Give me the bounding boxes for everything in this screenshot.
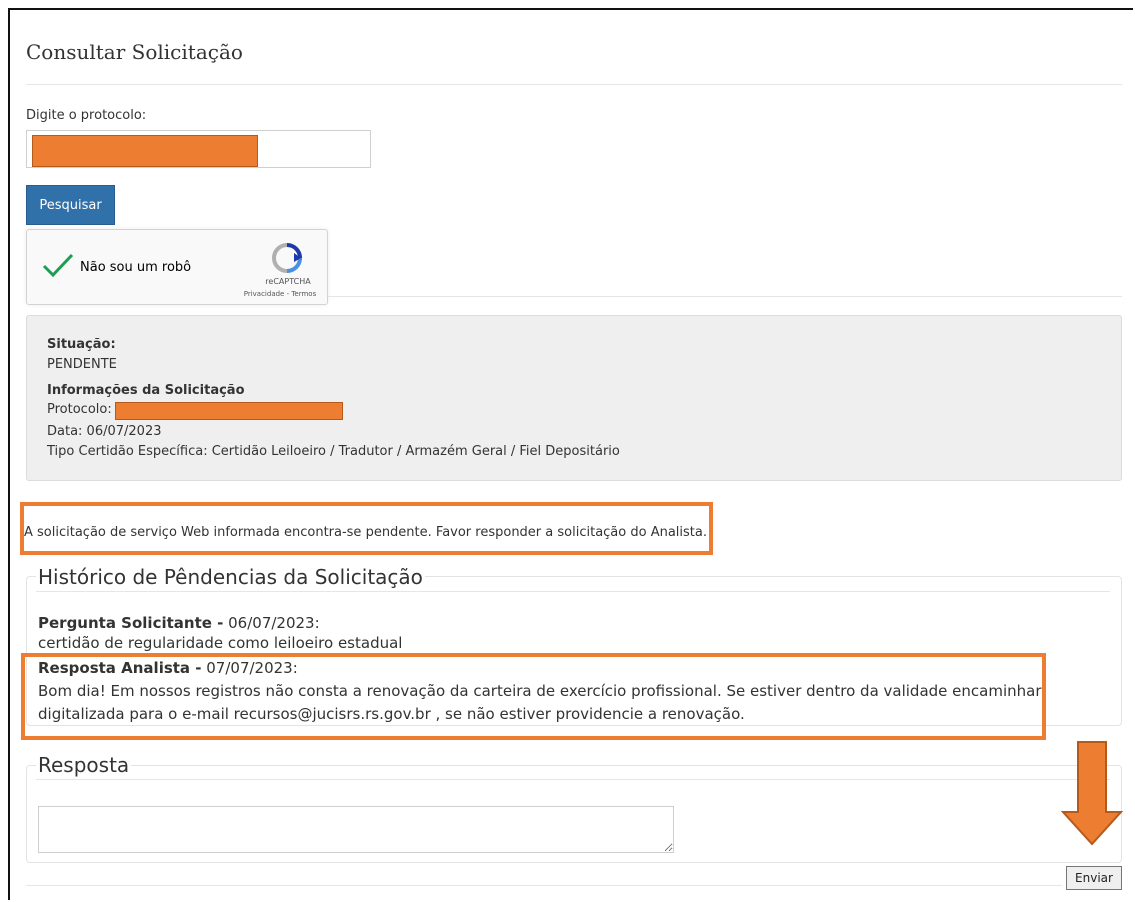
page-title: Consultar Solicitação [26,40,243,64]
captcha-divider [328,296,1122,297]
status-panel: Situação: PENDENTE Informações da Solici… [26,315,1122,481]
situacao-label: Situação: [47,337,116,352]
data-line: Data: 06/07/2023 [47,424,162,439]
captcha-privacy-links[interactable]: Privacidade - Termos [235,290,325,298]
checkmark-icon[interactable] [42,252,74,280]
captcha-label: Não sou um robô [80,260,192,275]
situacao-value: PENDENTE [47,357,117,372]
tipo-line: Tipo Certidão Específica: Certidão Leilo… [47,444,620,459]
response-textarea[interactable] [38,806,674,853]
protocolo-label: Protocolo: [47,402,112,417]
protocolo-redaction [115,402,343,420]
search-button[interactable]: Pesquisar [26,185,115,225]
title-divider [26,84,1122,85]
analyst-highlight-box [21,653,1046,740]
history-entry-1-author: Pergunta Solicitante - [38,614,224,632]
info-heading: Informações da Solicitação [47,383,245,398]
footer-divider [26,885,1062,886]
arrow-down-icon [1060,741,1124,846]
response-legend: Resposta [36,753,132,777]
pending-notice: A solicitação de serviço Web informada e… [24,525,707,540]
protocol-label: Digite o protocolo: [26,108,147,123]
history-entry-1-date: 06/07/2023: [223,614,320,632]
history-entry-1-header: Pergunta Solicitante - 06/07/2023: [38,614,320,632]
recaptcha-logo-icon [271,243,303,273]
recaptcha-widget[interactable]: Não sou um robô reCAPTCHA Privacidade - … [26,229,328,305]
captcha-brand: reCAPTCHA [265,277,311,286]
response-divider [36,779,1110,780]
protocol-redaction [32,135,258,167]
history-divider [36,591,1110,592]
history-entry-1-text: certidão de regularidade como leiloeiro … [38,634,403,652]
send-button[interactable]: Enviar [1066,866,1122,890]
history-legend: Histórico de Pêndencias da Solicitação [36,565,425,589]
